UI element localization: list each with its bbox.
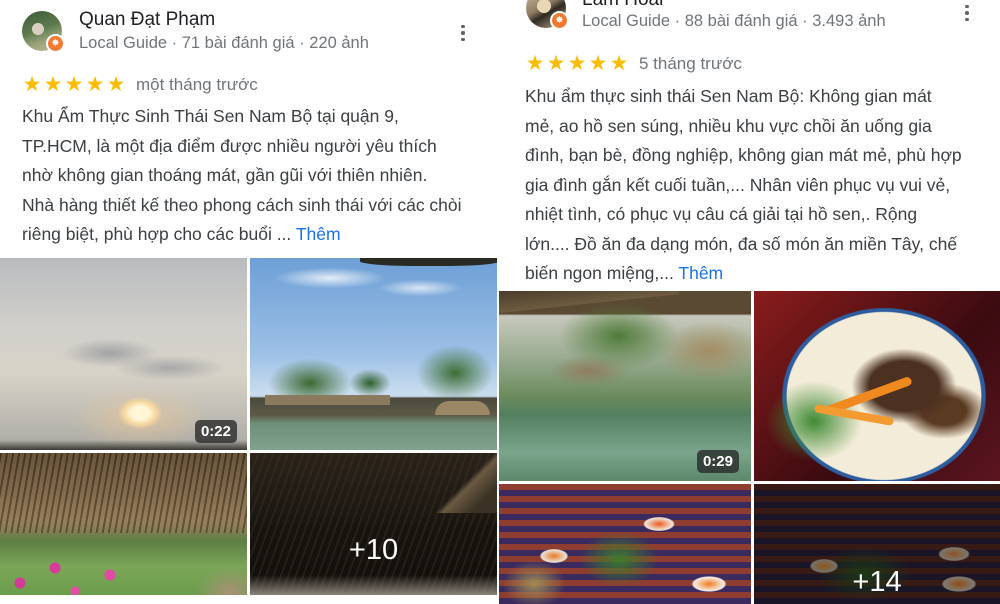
media-photo-thumbnail[interactable]: [250, 258, 497, 450]
video-duration-badge: 0:29: [696, 450, 739, 473]
media-photo-thumbnail[interactable]: [499, 484, 751, 604]
reviewer-name[interactable]: Lâm Hoài: [582, 0, 663, 11]
review-text-content: Khu ẩm thực sinh thái Sen Nam Bộ: Không …: [525, 86, 962, 283]
more-options-icon[interactable]: [453, 21, 473, 45]
rating-row: ★ ★ ★ ★ ★ 5 tháng trước: [525, 53, 742, 75]
local-guide-star-icon: ✸: [46, 34, 65, 53]
star-icon: ★: [22, 73, 42, 96]
star-icon: ★: [43, 73, 63, 96]
media-video-thumbnail[interactable]: 0:29: [499, 291, 751, 481]
image-detail: [427, 453, 497, 513]
image-detail: [0, 453, 247, 533]
review-text-content: Khu Ẩm Thực Sinh Thái Sen Nam Bộ tại quậ…: [22, 106, 462, 244]
star-icon: ★: [106, 73, 126, 96]
review-time: một tháng trước: [136, 75, 258, 94]
star-icon: ★: [546, 52, 566, 75]
reviewer-avatar[interactable]: ✸: [22, 11, 65, 53]
more-options-icon[interactable]: [957, 1, 977, 25]
more-photos-count: +10: [348, 534, 399, 566]
image-detail: [435, 401, 490, 415]
more-photos-thumbnail[interactable]: +10: [250, 453, 497, 595]
video-duration-badge: 0:22: [194, 420, 237, 443]
star-icon: ★: [64, 73, 84, 96]
rating-row: ★ ★ ★ ★ ★ một tháng trước: [22, 74, 258, 96]
reviewer-avatar[interactable]: ✸: [526, 0, 569, 30]
more-photos-count: +14: [852, 566, 902, 598]
media-photo-thumbnail[interactable]: [0, 453, 247, 595]
review-text: Khu Ẩm Thực Sinh Thái Sen Nam Bộ tại quậ…: [22, 102, 462, 250]
reviewer-meta: Local Guide · 88 bài đánh giá · 3.493 ản…: [582, 12, 886, 30]
star-icon: ★: [588, 52, 608, 75]
local-guide-star-icon: ✸: [550, 11, 569, 30]
image-detail: [813, 404, 895, 426]
star-icon: ★: [525, 52, 545, 75]
image-detail: [250, 575, 497, 595]
image-detail: [265, 395, 390, 405]
star-icon: ★: [609, 52, 629, 75]
more-link[interactable]: Thêm: [678, 263, 723, 283]
more-photos-thumbnail[interactable]: +14: [754, 484, 1000, 604]
star-rating: ★ ★ ★ ★ ★: [22, 74, 126, 96]
review-time: 5 tháng trước: [639, 54, 742, 73]
star-icon: ★: [85, 73, 105, 96]
review-card: ✸ Lâm Hoài Local Guide · 88 bài đánh giá…: [498, 0, 1000, 604]
image-detail: [360, 258, 497, 266]
media-photo-thumbnail[interactable]: [754, 291, 1000, 481]
reviewer-meta: Local Guide · 71 bài đánh giá · 220 ảnh: [79, 34, 369, 52]
reviewer-name[interactable]: Quan Đạt Phạm: [79, 9, 215, 31]
media-video-thumbnail[interactable]: 0:22: [0, 258, 247, 450]
more-link[interactable]: Thêm: [296, 224, 341, 244]
review-card: ✸ Quan Đạt Phạm Local Guide · 71 bài đán…: [0, 0, 500, 595]
review-text: Khu ẩm thực sinh thái Sen Nam Bộ: Không …: [525, 82, 965, 289]
star-rating: ★ ★ ★ ★ ★: [525, 53, 629, 75]
star-icon: ★: [567, 52, 587, 75]
image-detail: [499, 291, 679, 313]
